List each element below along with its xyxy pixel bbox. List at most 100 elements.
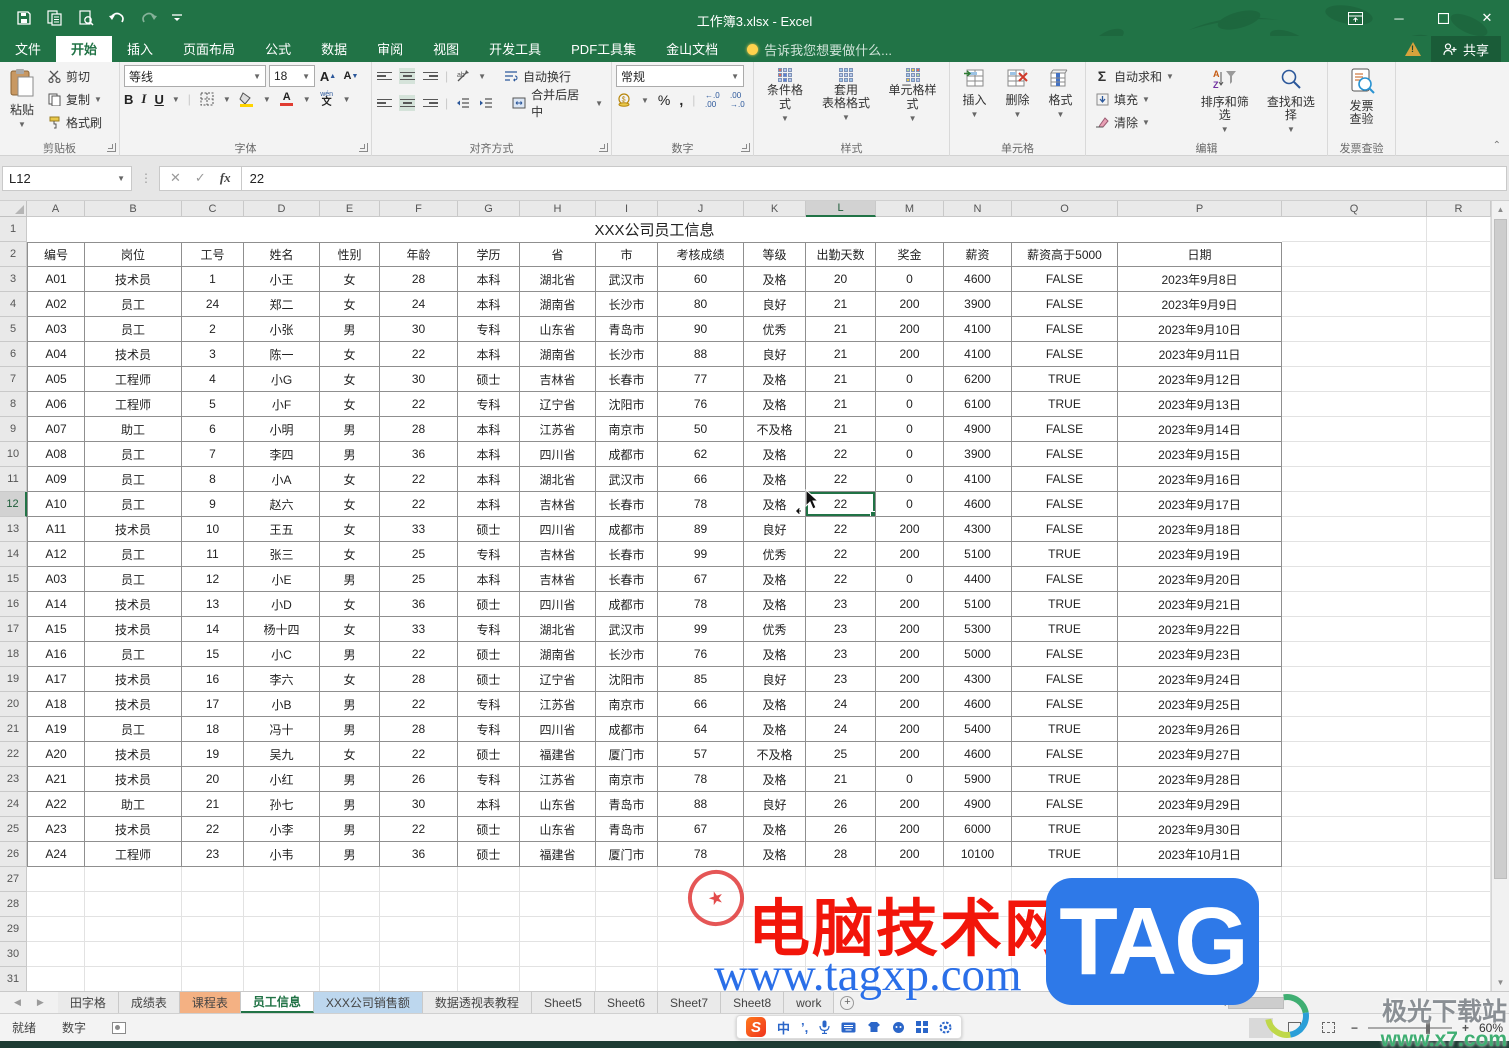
cell-B23[interactable]: 技术员 [85,767,182,792]
cell-P31[interactable] [1118,967,1282,992]
cell-K6[interactable]: 良好 [744,342,806,367]
cell-K25[interactable]: 及格 [744,817,806,842]
row-header-31[interactable]: 31 [0,967,27,992]
cell-J3[interactable]: 60 [658,267,744,292]
normal-view-button[interactable] [1248,1017,1273,1038]
cell-R15[interactable] [1427,567,1491,592]
cell-R25[interactable] [1427,817,1491,842]
row-header-1[interactable]: 1 [0,217,27,242]
cell-C14[interactable]: 11 [182,542,244,567]
cell-I10[interactable]: 成都市 [596,442,658,467]
wrap-text-button[interactable]: 自动换行 [499,65,575,87]
cell-N27[interactable] [944,867,1012,892]
table-header-cell[interactable]: 省 [520,242,596,267]
cell-M14[interactable]: 200 [876,542,944,567]
cell-R3[interactable] [1427,267,1491,292]
column-header-K[interactable]: K [744,201,806,217]
cell-B26[interactable]: 工程师 [85,842,182,867]
cell-F31[interactable] [380,967,458,992]
cell-E5[interactable]: 男 [320,317,380,342]
cell-P6[interactable]: 2023年9月11日 [1118,342,1282,367]
cell-I15[interactable]: 长春市 [596,567,658,592]
cell-P29[interactable] [1118,917,1282,942]
cell-B7[interactable]: 工程师 [85,367,182,392]
cell-C26[interactable]: 23 [182,842,244,867]
decrease-decimal-icon[interactable]: .00 →.0 [729,91,745,109]
cell-F29[interactable] [380,917,458,942]
comma-style-button[interactable]: , [679,92,683,108]
cell-E17[interactable]: 女 [320,617,380,642]
cell-E23[interactable]: 男 [320,767,380,792]
cell-F15[interactable]: 25 [380,567,458,592]
decrease-indent-icon[interactable] [455,95,471,111]
ime-punctuation-icon[interactable]: ’, [801,1020,808,1035]
cell-O8[interactable]: TRUE [1012,392,1118,417]
cell-C9[interactable]: 6 [182,417,244,442]
cell-P25[interactable]: 2023年9月30日 [1118,817,1282,842]
zoom-level[interactable]: 60% [1479,1021,1503,1035]
cell-K18[interactable]: 及格 [744,642,806,667]
cell-A14[interactable]: A12 [27,542,85,567]
cell-B30[interactable] [85,942,182,967]
table-header-cell[interactable]: 学历 [458,242,520,267]
row-header-8[interactable]: 8 [0,392,27,417]
bold-button[interactable]: B [124,92,133,107]
cell-F9[interactable]: 28 [380,417,458,442]
increase-decimal-icon[interactable]: ←.0.00 [704,91,720,109]
cell-P12[interactable]: 2023年9月17日 [1118,492,1282,517]
cell-Q4[interactable] [1282,292,1427,317]
row-header-26[interactable]: 26 [0,842,27,867]
insert-cells-button[interactable]: 插入 ▼ [957,65,991,139]
cell-D12[interactable]: 赵六 [244,492,320,517]
cell-I27[interactable] [596,867,658,892]
cell-Q5[interactable] [1282,317,1427,342]
cell-P14[interactable]: 2023年9月19日 [1118,542,1282,567]
cell-G16[interactable]: 硕士 [458,592,520,617]
cell-K28[interactable] [744,892,806,917]
align-right-icon[interactable] [422,95,438,111]
cell-H24[interactable]: 山东省 [520,792,596,817]
align-left-icon[interactable] [376,95,392,111]
cell-Q2[interactable] [1282,242,1427,267]
cell-C28[interactable] [182,892,244,917]
cell-E29[interactable] [320,917,380,942]
cell-G20[interactable]: 专科 [458,692,520,717]
cell-E24[interactable]: 男 [320,792,380,817]
invoice-check-button[interactable]: 发票 查验 [1344,65,1380,139]
cell-H10[interactable]: 四川省 [520,442,596,467]
cell-D29[interactable] [244,917,320,942]
cell-F3[interactable]: 28 [380,267,458,292]
smart-assistant-icon[interactable] [892,1021,905,1034]
cell-C19[interactable]: 16 [182,667,244,692]
sheet-tab-课程表[interactable]: 课程表 [179,992,241,1013]
cell-A5[interactable]: A03 [27,317,85,342]
scroll-down-icon[interactable]: ▼ [1492,974,1509,991]
cell-A27[interactable] [27,867,85,892]
sheet-tab-员工信息[interactable]: 员工信息 [240,992,314,1013]
cell-D23[interactable]: 小红 [244,767,320,792]
cell-M31[interactable] [876,967,944,992]
cell-M12[interactable]: 0 [876,492,944,517]
cell-A20[interactable]: A18 [27,692,85,717]
menu-tab-开发工具[interactable]: 开发工具 [474,36,556,62]
row-header-15[interactable]: 15 [0,567,27,592]
warning-icon[interactable] [1404,42,1421,56]
column-header-I[interactable]: I [596,201,658,217]
cell-H5[interactable]: 山东省 [520,317,596,342]
decrease-font-icon[interactable]: A ▼ [341,68,361,84]
cell-E12[interactable]: 女 [320,492,380,517]
menu-tab-开始[interactable]: 开始 [56,36,113,62]
cell-I21[interactable]: 成都市 [596,717,658,742]
format-as-table-button[interactable]: 套用 表格格式 ▼ [814,65,878,139]
cell-N29[interactable] [944,917,1012,942]
cell-L14[interactable]: 22 [806,542,876,567]
column-header-Q[interactable]: Q [1282,201,1427,217]
column-header-J[interactable]: J [658,201,744,217]
cell-Q14[interactable] [1282,542,1427,567]
cell-A21[interactable]: A19 [27,717,85,742]
cell-P16[interactable]: 2023年9月21日 [1118,592,1282,617]
cell-M17[interactable]: 200 [876,617,944,642]
cell-D25[interactable]: 小李 [244,817,320,842]
cell-H14[interactable]: 吉林省 [520,542,596,567]
table-header-cell[interactable]: 工号 [182,242,244,267]
